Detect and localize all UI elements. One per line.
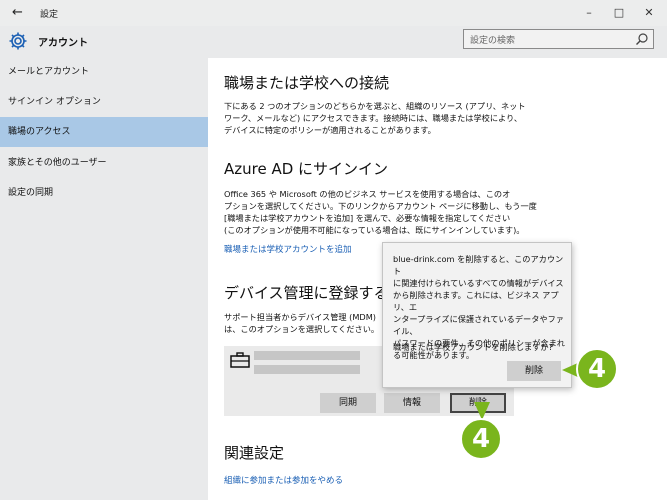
connect-description: 下にある 2 つのオプションのどちらかを選ぶと、組織のリソース (アプリ、ネット…	[224, 100, 526, 136]
account-name-redacted	[254, 351, 360, 360]
info-button[interactable]: 情報	[384, 393, 440, 413]
text-line: から削除されます。これには、ビジネス アプリ、エ	[393, 290, 559, 312]
page-title: アカウント	[38, 38, 88, 49]
sidebar-item-sign-in-options[interactable]: サインイン オプション	[0, 88, 208, 116]
text-line: に関連付けられているすべての情報がデバイス	[393, 278, 564, 288]
header: アカウント 設定の検索	[0, 26, 667, 58]
text-line: [職場または学校アカウントを追加] を選んで、必要な情報を指定してください	[224, 213, 511, 223]
search-icon[interactable]	[635, 32, 649, 46]
search-input[interactable]: 設定の検索	[463, 29, 654, 49]
text-line: サポート担当者からデバイス管理 (MDM)	[224, 312, 376, 322]
confirm-delete-button[interactable]: 削除	[507, 361, 561, 381]
minimize-button[interactable]: –	[574, 4, 604, 22]
sidebar: メールとアカウント サインイン オプション 職場のアクセス 家族とその他のユーザ…	[0, 58, 208, 500]
flyout-question: 職場または学校アカウントを削除しますか?	[393, 342, 553, 352]
text-line: プションを選択してください。下のリンクからアカウント ページに移動し、もう一度	[224, 201, 537, 211]
gear-icon	[9, 32, 27, 50]
text-line: blue-drink.com を削除すると、このアカウント	[393, 254, 564, 276]
sidebar-item-email-accounts[interactable]: メールとアカウント	[0, 58, 208, 86]
section-title-connect: 職場または学校への接続	[224, 74, 390, 92]
add-work-account-link[interactable]: 職場または学校アカウントを追加	[224, 243, 352, 255]
text-line: ンタープライズに保護されているデータやファイル、	[393, 314, 564, 336]
section-title-azure: Azure AD にサインイン	[224, 160, 389, 178]
sync-button[interactable]: 同期	[320, 393, 376, 413]
briefcase-icon	[230, 352, 250, 368]
sidebar-item-family-users[interactable]: 家族とその他のユーザー	[0, 149, 208, 177]
step-badge: 4	[460, 418, 502, 460]
text-line: 下にある 2 つのオプションのどちらかを選ぶと、組織のリソース (アプリ、ネット	[224, 101, 526, 111]
maximize-button[interactable]: □	[604, 4, 634, 22]
section-title-mdm: デバイス管理に登録する	[224, 284, 389, 302]
search-placeholder: 設定の検索	[470, 36, 516, 46]
text-line: Office 365 や Microsoft の他のビジネス サービスを使用する…	[224, 189, 511, 199]
azure-description: Office 365 や Microsoft の他のビジネス サービスを使用する…	[224, 188, 537, 236]
sidebar-item-work-access[interactable]: 職場のアクセス	[0, 117, 208, 147]
text-line: (このオプションが使用不可能になっている場合は、既にサインインしています)。	[224, 225, 525, 235]
text-line: デバイスに特定のポリシーが適用されることがあります。	[224, 125, 436, 135]
close-button[interactable]: ✕	[634, 4, 664, 22]
section-title-related: 関連設定	[224, 444, 285, 462]
back-arrow-icon[interactable]: ←	[12, 5, 23, 20]
text-line: は、このオプションを選択してください。	[224, 324, 380, 334]
step-badge: 4	[576, 348, 618, 390]
account-detail-redacted	[254, 365, 360, 374]
text-line: ワーク、メールなど) にアクセスできます。接続時には、職場または学校により、	[224, 113, 523, 123]
sidebar-item-sync-settings[interactable]: 設定の同期	[0, 179, 208, 207]
delete-confirmation-flyout: blue-drink.com を削除すると、このアカウント に関連付けられている…	[382, 242, 572, 388]
title-bar: ← 設定 – □ ✕	[0, 0, 667, 26]
window-title: 設定	[40, 10, 59, 20]
join-leave-org-link[interactable]: 組織に参加または参加をやめる	[224, 474, 343, 486]
mdm-description: サポート担当者からデバイス管理 (MDM) は、このオプションを選択してください…	[224, 311, 379, 335]
